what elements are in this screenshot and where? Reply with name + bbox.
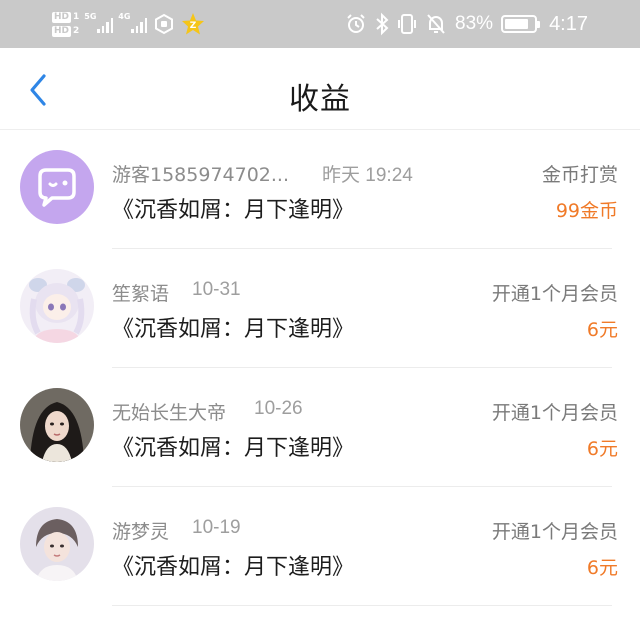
alarm-icon	[347, 14, 365, 33]
user-name: 游梦灵	[112, 521, 170, 543]
earning-amount: 6元	[586, 319, 618, 341]
book-title: 《沉香如屑：月下逢明》	[112, 198, 355, 223]
anime-avatar-image	[20, 269, 94, 343]
status-bar: HD 1 HD 2 5G 4G Z 83% 4:17	[0, 0, 640, 48]
earning-record[interactable]: 笙絮语 10-31 《沉香如屑：月下逢明》 开通1个月会员 6元	[0, 249, 640, 368]
earning-record[interactable]: 无始长生大帝 10-26 《沉香如屑：月下逢明》 开通1个月会员 6元	[0, 368, 640, 487]
portrait-photo	[20, 388, 94, 462]
book-title: 《沉香如屑：月下逢明》	[112, 555, 355, 580]
battery-icon	[501, 15, 541, 33]
book-title: 《沉香如屑：月下逢明》	[112, 317, 355, 342]
record-date: 10-19	[192, 517, 241, 538]
star-badge-icon: Z	[182, 13, 205, 35]
hd-indicator-2: HD 2	[52, 25, 80, 37]
avatar-chat-bubble[interactable]	[20, 150, 94, 224]
battery-percent: 83%	[455, 13, 494, 34]
hd-number: 2	[73, 26, 80, 36]
earning-amount: 99金币	[555, 200, 618, 222]
svg-text:Z: Z	[190, 21, 197, 31]
hd-label: HD	[52, 11, 72, 23]
network-type-label: 5G	[84, 12, 97, 21]
signal-4g-icon: 4G	[118, 12, 148, 33]
mute-bell-icon	[427, 14, 445, 34]
user-name: 笙絮语	[112, 283, 170, 305]
signal-5g-icon: 5G	[84, 12, 114, 33]
hd-label: HD	[52, 25, 72, 37]
avatar-portrait-woman[interactable]	[20, 388, 94, 462]
earning-amount: 6元	[586, 438, 618, 460]
battery-fill	[505, 19, 529, 29]
portrait-photo	[20, 507, 94, 581]
bluetooth-icon	[376, 12, 389, 36]
user-name: 游客1585974702...	[112, 164, 290, 186]
hd-indicators: HD 1 HD 2	[52, 11, 80, 37]
user-name: 无始长生大帝	[112, 402, 227, 424]
earning-type: 开通1个月会员	[491, 402, 618, 424]
nav-bar: 收益	[0, 48, 640, 130]
vibrate-icon	[398, 14, 417, 34]
earnings-list: 游客1585974702... 昨天 19:24 《沉香如屑：月下逢明》 金币打…	[0, 130, 640, 606]
record-date: 昨天 19:24	[322, 165, 413, 186]
earning-amount: 6元	[586, 557, 618, 579]
earning-record[interactable]: 游梦灵 10-19 《沉香如屑：月下逢明》 开通1个月会员 6元	[0, 487, 640, 606]
earning-type: 开通1个月会员	[491, 521, 618, 543]
earning-type: 开通1个月会员	[491, 283, 618, 305]
record-date: 10-31	[192, 279, 241, 300]
earning-type: 金币打赏	[541, 164, 618, 186]
avatar-anime-girl[interactable]	[20, 269, 94, 343]
chat-bubble-icon	[20, 150, 94, 224]
hd-indicator-1: HD 1	[52, 11, 80, 23]
hd-number: 1	[73, 12, 80, 22]
app-notification-icon	[155, 13, 174, 35]
page-title: 收益	[289, 82, 351, 117]
earning-record[interactable]: 游客1585974702... 昨天 19:24 《沉香如屑：月下逢明》 金币打…	[0, 130, 640, 249]
row-divider	[112, 605, 612, 606]
avatar-portrait-boy[interactable]	[20, 507, 94, 581]
network-type-label: 4G	[118, 12, 131, 21]
clock: 4:17	[549, 12, 588, 35]
status-bar-right: 83% 4:17	[345, 8, 588, 40]
book-title: 《沉香如屑：月下逢明》	[112, 436, 355, 461]
status-bar-left: HD 1 HD 2 5G 4G Z	[52, 6, 205, 42]
record-date: 10-26	[254, 398, 303, 419]
